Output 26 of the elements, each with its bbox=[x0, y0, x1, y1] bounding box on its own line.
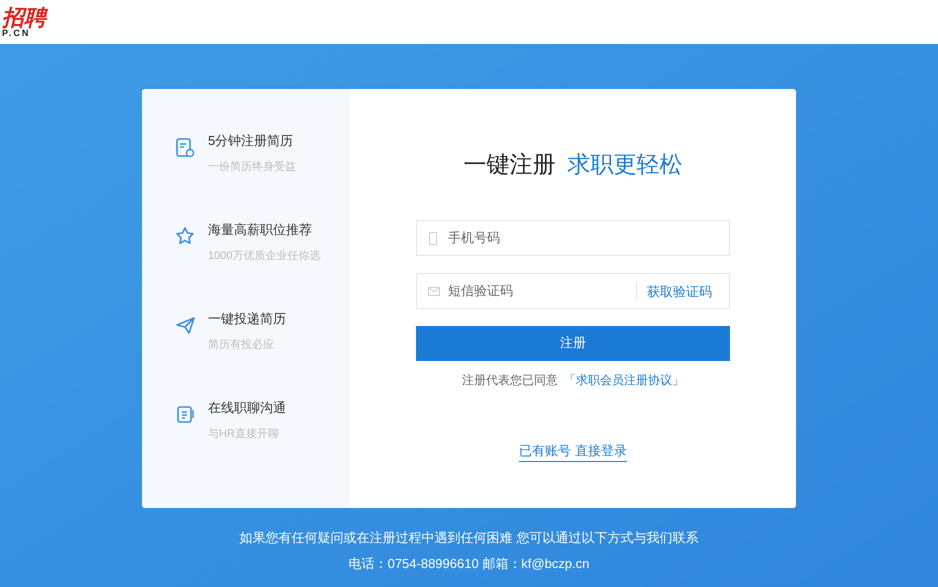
feature-title: 海量高薪职位推荐 bbox=[208, 221, 313, 239]
feature-subtitle: 一份简历终身受益 bbox=[208, 160, 296, 174]
get-code-link[interactable]: 获取验证码 bbox=[647, 282, 712, 301]
agreement-link[interactable]: 「求职会员注册协议」 bbox=[564, 370, 684, 388]
feature-title: 一键投递简历 bbox=[208, 310, 286, 328]
register-button[interactable]: 注册 bbox=[416, 326, 730, 360]
heading-accent: 求职更轻松 bbox=[568, 150, 682, 179]
heading: 一键注册 bbox=[464, 150, 556, 179]
logo-subtext: P.CN bbox=[2, 28, 30, 38]
document-icon bbox=[175, 404, 196, 425]
phone-field[interactable]: 手机号码 bbox=[416, 220, 730, 256]
feature-subtitle: 简历有投必应 bbox=[208, 338, 275, 352]
footer-help-text: 如果您有任何疑问或在注册过程中遇到任何困难 您可以通过以下方式与我们联系 bbox=[240, 529, 698, 547]
agreement-text: 注册代表您已同意 bbox=[462, 372, 558, 388]
feature-subtitle: 1000万优质企业任你选 bbox=[208, 248, 320, 264]
feature-title: 5分钟注册简历 bbox=[208, 132, 294, 150]
logo-text: 招聘 bbox=[2, 6, 46, 28]
phone-icon bbox=[429, 232, 437, 244]
feature-subtitle: 与HR直接开聊 bbox=[208, 426, 280, 442]
resume-icon bbox=[175, 137, 196, 158]
login-link[interactable]: 已有账号 直接登录 bbox=[519, 440, 627, 462]
mail-icon bbox=[428, 286, 440, 296]
footer-contact-text: 电话：0754-88996610 邮箱：kf@bczp.cn bbox=[348, 554, 590, 573]
paper-plane-icon bbox=[175, 315, 196, 336]
star-icon bbox=[175, 226, 196, 247]
feature-title: 在线职聊沟通 bbox=[208, 399, 286, 417]
